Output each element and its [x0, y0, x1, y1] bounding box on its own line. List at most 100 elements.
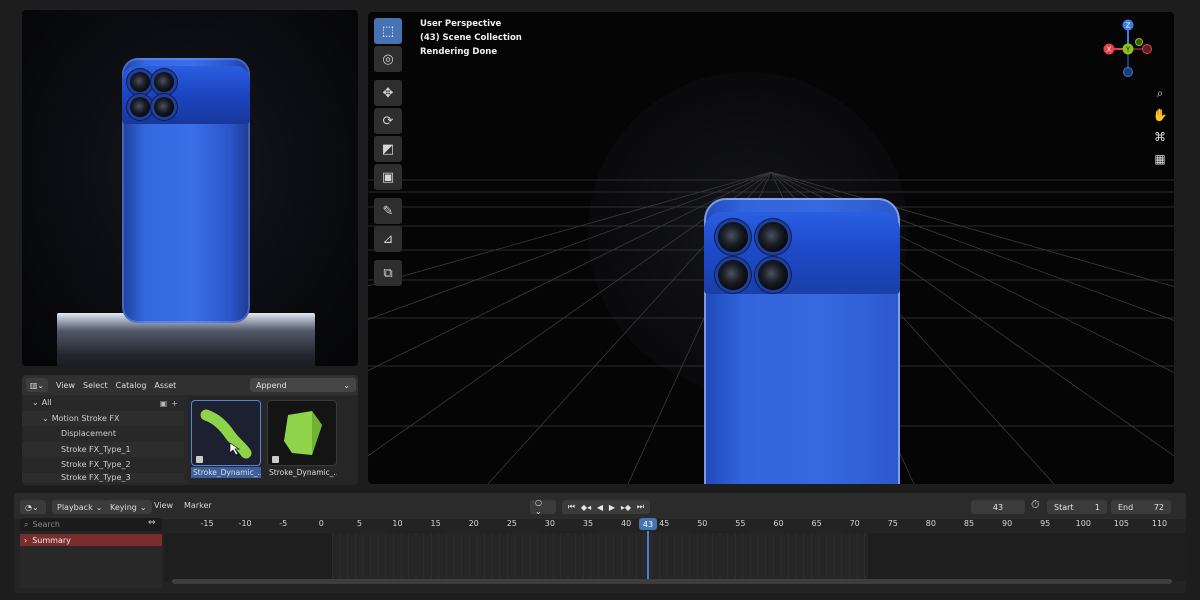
- phone-render: [122, 58, 250, 323]
- asset-label: Stroke_Dynamic_...: [191, 467, 261, 478]
- playhead-frame-label[interactable]: 43: [639, 518, 657, 530]
- ruler-tick-label: 5: [356, 519, 362, 528]
- gizmo-neg-x-axis[interactable]: [1142, 44, 1152, 54]
- tree-item-label: Stroke FX_Type_1: [61, 444, 131, 454]
- camera-lens: [758, 222, 788, 252]
- ruler-tick-label: -15: [200, 519, 214, 528]
- playback-label: Playback: [57, 502, 93, 512]
- prev-keyframe-icon[interactable]: ◆◂: [581, 503, 591, 512]
- tree-item-label: Displacement: [61, 429, 116, 439]
- ruler-tick-label: 90: [1002, 519, 1013, 528]
- asset-item[interactable]: Stroke_Dynamic_...: [267, 400, 337, 478]
- scene-frame-range: [332, 533, 868, 581]
- rotate-tool[interactable]: ⟳: [374, 108, 402, 134]
- gizmo-neg-y-axis[interactable]: [1135, 38, 1143, 46]
- transform-tool[interactable]: ▣: [374, 164, 402, 190]
- tool-shelf: ⬚ ◎ ✥ ⟳ ◩ ▣ ✎ ⊿ ⧉: [374, 18, 404, 288]
- add-catalog-icon[interactable]: +: [171, 399, 178, 408]
- record-icon: ○ ⌄: [535, 498, 542, 516]
- import-mode-select[interactable]: Append ⌄: [250, 378, 356, 392]
- cursor-tool[interactable]: ◎: [374, 46, 402, 72]
- editor-type-button[interactable]: ▥⌄: [26, 378, 48, 392]
- ruler-tick-label: -10: [238, 519, 252, 528]
- menu-asset[interactable]: Asset: [154, 381, 176, 390]
- move-tool[interactable]: ✥: [374, 80, 402, 106]
- clock-icon: ◔⌄: [25, 502, 39, 512]
- gizmo-neg-z-axis[interactable]: [1123, 67, 1133, 77]
- summary-channel[interactable]: › Summary: [20, 534, 162, 546]
- ruler-tick-label: 15: [430, 519, 441, 528]
- menu-marker[interactable]: Marker: [184, 501, 212, 510]
- editor-type-button[interactable]: ◔⌄: [20, 500, 46, 514]
- swap-arrows-icon[interactable]: ⇔: [148, 518, 156, 528]
- ruler-tick-label: 105: [1113, 519, 1130, 528]
- asset-item[interactable]: Stroke_Dynamic_...: [191, 400, 261, 478]
- play-icon[interactable]: ▶: [609, 503, 615, 512]
- jump-start-icon[interactable]: ⏮: [568, 502, 575, 512]
- play-reverse-icon[interactable]: ◀: [597, 503, 603, 512]
- render-status: Rendering Done: [420, 47, 498, 57]
- zoom-icon[interactable]: ⌕: [1150, 82, 1170, 104]
- 3d-viewport[interactable]: User Perspective (43) Scene Collection R…: [368, 12, 1174, 484]
- gizmo-x-label: X: [1107, 46, 1112, 54]
- ruler-tick-label: 25: [506, 519, 517, 528]
- tree-item-motion-stroke-fx[interactable]: ⌄ Motion Stroke FX: [22, 410, 184, 426]
- ruler-tick-label: 95: [1040, 519, 1051, 528]
- next-keyframe-icon[interactable]: ▸◆: [621, 503, 631, 512]
- playback-menu[interactable]: Playback ⌄: [52, 500, 108, 514]
- auto-keying-toggle[interactable]: ○ ⌄: [530, 498, 556, 516]
- add-cube-tool[interactable]: ⧉: [374, 260, 402, 286]
- annotate-tool[interactable]: ✎: [374, 198, 402, 224]
- ruler-tick-label: 40: [621, 519, 632, 528]
- asset-browser: ▥⌄ View Select Catalog Asset Append ⌄ ▣ …: [22, 375, 358, 485]
- keying-label: Keying: [110, 502, 137, 512]
- ruler-tick-label: 30: [544, 519, 555, 528]
- tree-item-stroke-fx-type-2[interactable]: Stroke FX_Type_2: [22, 457, 184, 473]
- keying-menu[interactable]: Keying ⌄: [105, 500, 152, 514]
- scale-icon: ◩: [381, 141, 395, 157]
- ortho-grid-icon[interactable]: ▦: [1150, 148, 1170, 170]
- camera-lens: [154, 97, 174, 117]
- tree-item-stroke-fx-type-3[interactable]: Stroke FX_Type_3: [22, 472, 184, 482]
- end-frame-field[interactable]: End 72: [1111, 500, 1171, 514]
- phone-model[interactable]: [704, 198, 900, 484]
- channel-search-input[interactable]: ⌕ Search: [20, 518, 162, 531]
- camera-lens: [154, 72, 174, 92]
- menu-view[interactable]: View: [56, 381, 75, 390]
- menu-select[interactable]: Select: [83, 381, 108, 390]
- select-box-icon: ⬚: [381, 23, 395, 39]
- menu-view[interactable]: View: [154, 501, 173, 510]
- ruler-icon: ⊿: [382, 231, 394, 247]
- scale-tool[interactable]: ◩: [374, 136, 402, 162]
- navigation-gizmo[interactable]: Z X Y: [1096, 16, 1160, 80]
- viewport-nav-controls: ⌕ ✋ ⌘ ▦: [1150, 82, 1170, 170]
- search-placeholder: Search: [32, 520, 60, 529]
- save-icon[interactable]: ▣: [160, 399, 168, 408]
- asset-label: Stroke_Dynamic_...: [269, 468, 337, 477]
- menu-catalog[interactable]: Catalog: [116, 381, 147, 390]
- select-box-tool[interactable]: ⬚: [374, 18, 402, 44]
- measure-tool[interactable]: ⊿: [374, 226, 402, 252]
- asset-type-badge: [196, 456, 203, 463]
- tree-item-label: All: [41, 398, 52, 408]
- camera-view-icon[interactable]: ⌘: [1150, 126, 1170, 148]
- stopwatch-icon[interactable]: ⏱: [1031, 498, 1040, 512]
- tree-item-stroke-fx-type-1[interactable]: Stroke FX_Type_1: [22, 441, 184, 457]
- pan-hand-icon[interactable]: ✋: [1150, 104, 1170, 126]
- ruler-tick-label: -5: [279, 519, 288, 528]
- playhead[interactable]: [647, 531, 649, 583]
- ruler-tick-label: 75: [887, 519, 898, 528]
- jump-end-icon[interactable]: ⏭: [637, 502, 644, 512]
- playback-controls: ⏮ ◆◂ ◀ ▶ ▸◆ ⏭: [562, 500, 650, 514]
- ruler-tick-label: 80: [925, 519, 936, 528]
- timeline-scrollbar[interactable]: [172, 579, 1172, 584]
- chevron-down-icon: ⌄: [42, 413, 49, 423]
- frame-ruler[interactable]: -15 -10 -5 0 5 10 15 20 25 30 35 40 45 50 55 60 65 70 75 80…: [164, 518, 1186, 532]
- tree-item-displacement[interactable]: Displacement: [22, 426, 184, 442]
- end-label: End: [1118, 502, 1134, 512]
- timeline-editor: ◔⌄ Playback ⌄ Keying ⌄ View Marker ○ ⌄ ⏮…: [14, 493, 1186, 593]
- keyframe-track-area[interactable]: [164, 533, 1186, 581]
- start-frame-field[interactable]: Start 1: [1047, 500, 1107, 514]
- current-frame-field[interactable]: 43: [971, 500, 1025, 514]
- chevron-down-icon: ⌄: [343, 380, 350, 390]
